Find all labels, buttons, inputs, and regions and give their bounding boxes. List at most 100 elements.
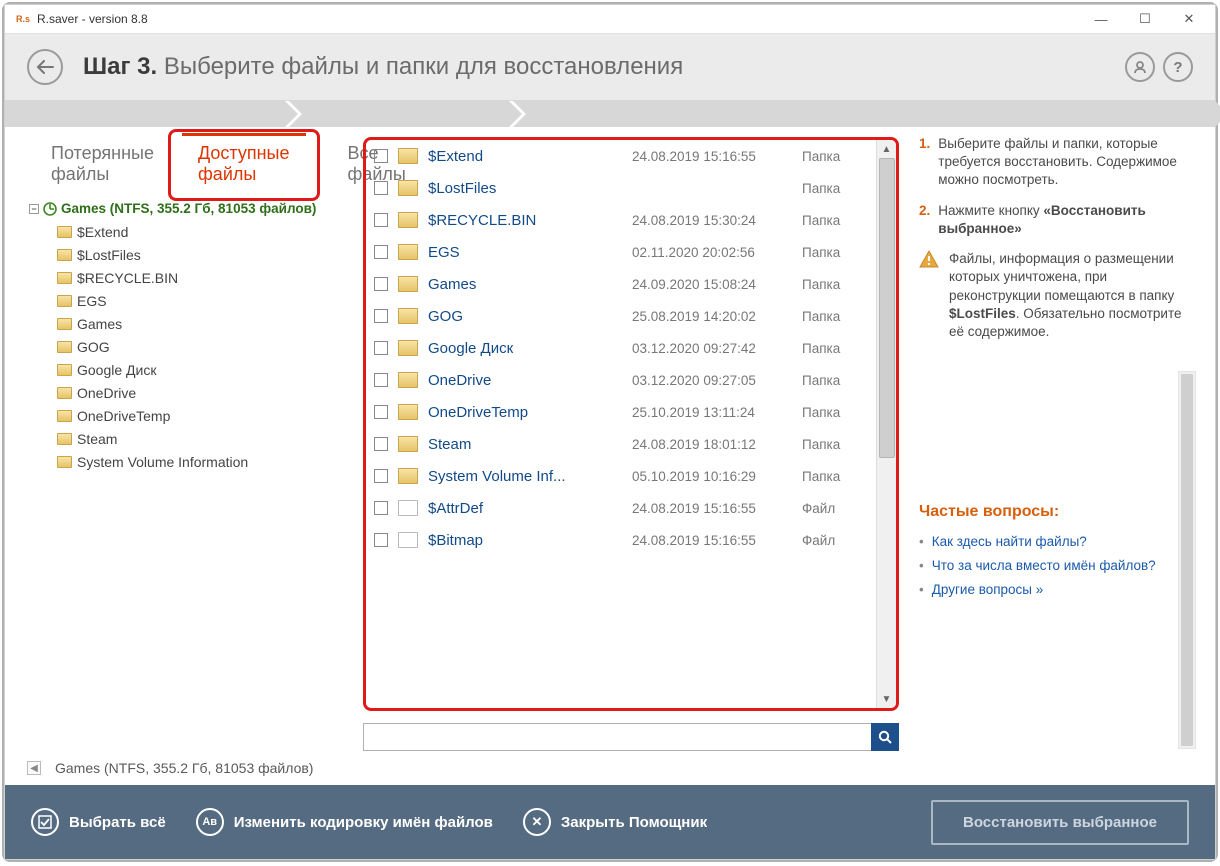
file-checkbox[interactable] bbox=[374, 533, 388, 547]
step-number: Шаг 3. bbox=[83, 53, 157, 80]
tree-item[interactable]: Steam bbox=[29, 427, 363, 450]
tree-item[interactable]: EGS bbox=[29, 289, 363, 312]
tree-item[interactable]: $LostFiles bbox=[29, 243, 363, 266]
file-icon bbox=[398, 532, 418, 548]
tree-item[interactable]: Games bbox=[29, 312, 363, 335]
file-type: Папка bbox=[802, 469, 868, 484]
step-2-text: Нажмите кнопку «Восстановить выбранное» bbox=[938, 202, 1189, 238]
file-checkbox[interactable] bbox=[374, 469, 388, 483]
tree-item-label: OneDriveTemp bbox=[77, 408, 170, 424]
tree-item[interactable]: $RECYCLE.BIN bbox=[29, 266, 363, 289]
user-button[interactable] bbox=[1125, 52, 1155, 82]
breadcrumb-back-icon[interactable]: ◀ bbox=[27, 761, 41, 775]
file-type: Файл bbox=[802, 533, 868, 548]
maximize-button[interactable]: ☐ bbox=[1123, 5, 1167, 33]
file-name: System Volume Inf... bbox=[428, 468, 632, 485]
file-row[interactable]: Games24.09.2020 15:08:24Папка bbox=[366, 268, 876, 300]
file-row[interactable]: $Bitmap24.08.2019 15:16:55Файл bbox=[366, 524, 876, 556]
back-button[interactable] bbox=[27, 49, 63, 85]
file-row[interactable]: OneDriveTemp25.10.2019 13:11:24Папка bbox=[366, 396, 876, 428]
file-checkbox[interactable] bbox=[374, 373, 388, 387]
file-name: Google Диск bbox=[428, 340, 632, 357]
file-checkbox[interactable] bbox=[374, 437, 388, 451]
file-type: Папка bbox=[802, 437, 868, 452]
encoding-label: Изменить кодировку имён файлов bbox=[234, 814, 493, 831]
tree-item[interactable]: OneDrive bbox=[29, 381, 363, 404]
folder-icon bbox=[57, 456, 72, 468]
scroll-down-icon[interactable]: ▼ bbox=[877, 690, 896, 708]
file-name: GOG bbox=[428, 308, 632, 325]
file-checkbox[interactable] bbox=[374, 181, 388, 195]
breadcrumb: ◀ Games (NTFS, 355.2 Гб, 81053 файлов) bbox=[5, 751, 1215, 785]
file-checkbox[interactable] bbox=[374, 245, 388, 259]
collapse-icon[interactable]: − bbox=[29, 204, 39, 214]
select-all-button[interactable]: Выбрать всё bbox=[31, 808, 166, 836]
scroll-thumb[interactable] bbox=[879, 158, 895, 458]
change-encoding-button[interactable]: Ав Изменить кодировку имён файлов bbox=[196, 808, 493, 836]
tree-item[interactable]: GOG bbox=[29, 335, 363, 358]
file-row[interactable]: $Extend24.08.2019 15:16:55Папка bbox=[366, 140, 876, 172]
footer-bar: Выбрать всё Ав Изменить кодировку имён ф… bbox=[5, 785, 1215, 859]
close-button[interactable]: ✕ bbox=[1167, 5, 1211, 33]
tree-item-label: Games bbox=[77, 316, 122, 332]
file-list[interactable]: $Extend24.08.2019 15:16:55Папка$LostFile… bbox=[366, 140, 876, 708]
tree-item-label: $LostFiles bbox=[77, 247, 141, 263]
file-date: 24.08.2019 15:16:55 bbox=[632, 533, 802, 548]
file-scrollbar[interactable]: ▲ ▼ bbox=[876, 140, 896, 708]
file-checkbox[interactable] bbox=[374, 341, 388, 355]
tab-lost-files[interactable]: Потерянные файлы bbox=[29, 135, 176, 195]
file-row[interactable]: $LostFilesПапка bbox=[366, 172, 876, 204]
file-date: 24.09.2020 15:08:24 bbox=[632, 277, 802, 292]
file-row[interactable]: System Volume Inf...05.10.2019 10:16:29П… bbox=[366, 460, 876, 492]
help-button[interactable]: ? bbox=[1163, 52, 1193, 82]
file-row[interactable]: EGS02.11.2020 20:02:56Папка bbox=[366, 236, 876, 268]
file-checkbox[interactable] bbox=[374, 309, 388, 323]
file-row[interactable]: Google Диск03.12.2020 09:27:42Папка bbox=[366, 332, 876, 364]
file-date: 05.10.2019 10:16:29 bbox=[632, 469, 802, 484]
file-checkbox[interactable] bbox=[374, 149, 388, 163]
file-row[interactable]: $AttrDef24.08.2019 15:16:55Файл bbox=[366, 492, 876, 524]
folder-icon bbox=[398, 148, 418, 164]
file-row[interactable]: Steam24.08.2019 18:01:12Папка bbox=[366, 428, 876, 460]
tab-available-files[interactable]: Доступные файлы bbox=[176, 135, 312, 195]
scroll-up-icon[interactable]: ▲ bbox=[877, 140, 896, 158]
tree-item[interactable]: Google Диск bbox=[29, 358, 363, 381]
faq-link-1[interactable]: Как здесь найти файлы? bbox=[932, 533, 1087, 551]
file-checkbox[interactable] bbox=[374, 501, 388, 515]
faq-link-3[interactable]: Другие вопросы » bbox=[932, 581, 1044, 599]
faq-link-2[interactable]: Что за числа вместо имён файлов? bbox=[932, 557, 1156, 575]
folder-icon bbox=[57, 226, 72, 238]
folder-icon bbox=[398, 340, 418, 356]
file-checkbox[interactable] bbox=[374, 405, 388, 419]
file-row[interactable]: $RECYCLE.BIN24.08.2019 15:30:24Папка bbox=[366, 204, 876, 236]
search-button[interactable] bbox=[871, 723, 899, 751]
file-type: Папка bbox=[802, 309, 868, 324]
tree-item[interactable]: $Extend bbox=[29, 220, 363, 243]
file-row[interactable]: OneDrive03.12.2020 09:27:05Папка bbox=[366, 364, 876, 396]
folder-tree[interactable]: − Games (NTFS, 355.2 Гб, 81053 файлов) $… bbox=[23, 201, 363, 473]
file-type: Папка bbox=[802, 245, 868, 260]
tree-item[interactable]: System Volume Information bbox=[29, 450, 363, 473]
minimize-button[interactable]: — bbox=[1079, 5, 1123, 33]
file-type: Файл bbox=[802, 501, 868, 516]
file-type: Папка bbox=[802, 277, 868, 292]
search-input[interactable] bbox=[363, 723, 872, 751]
right-scrollbar[interactable] bbox=[1178, 371, 1196, 749]
file-name: Steam bbox=[428, 436, 632, 453]
close-helper-button[interactable]: ✕ Закрыть Помощник bbox=[523, 808, 707, 836]
select-all-label: Выбрать всё bbox=[69, 814, 166, 831]
folder-icon bbox=[398, 180, 418, 196]
file-checkbox[interactable] bbox=[374, 277, 388, 291]
folder-icon bbox=[398, 404, 418, 420]
file-checkbox[interactable] bbox=[374, 213, 388, 227]
folder-icon bbox=[57, 249, 72, 261]
tree-item[interactable]: OneDriveTemp bbox=[29, 404, 363, 427]
warning-icon bbox=[919, 250, 939, 268]
restore-button[interactable]: Восстановить выбранное bbox=[931, 800, 1189, 845]
tree-root[interactable]: − Games (NTFS, 355.2 Гб, 81053 файлов) bbox=[29, 201, 363, 216]
file-name: $RECYCLE.BIN bbox=[428, 212, 632, 229]
file-list-panel: $Extend24.08.2019 15:16:55Папка$LostFile… bbox=[363, 137, 899, 711]
file-row[interactable]: GOG25.08.2019 14:20:02Папка bbox=[366, 300, 876, 332]
file-type: Папка bbox=[802, 341, 868, 356]
folder-icon bbox=[57, 433, 72, 445]
